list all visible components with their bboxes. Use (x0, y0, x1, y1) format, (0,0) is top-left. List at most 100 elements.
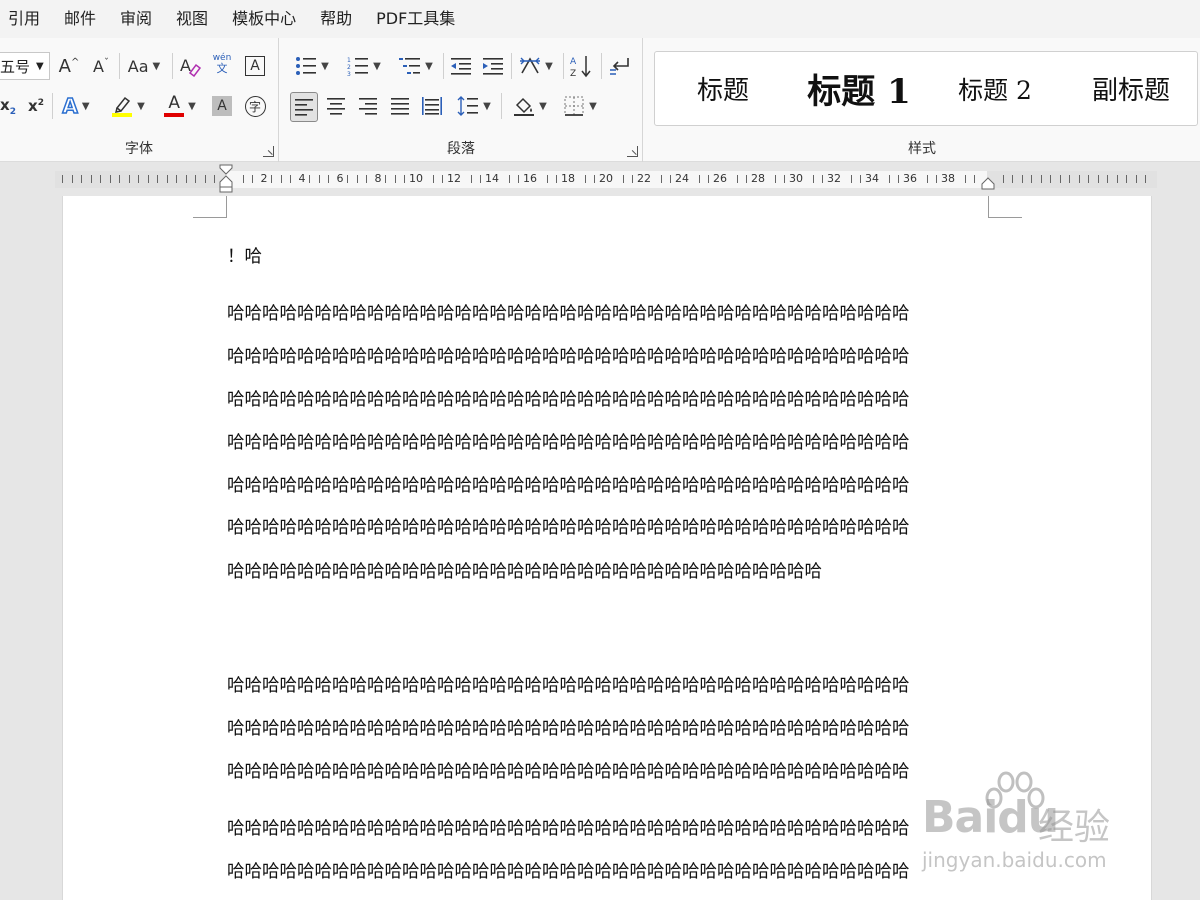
right-indent-marker-icon[interactable] (980, 175, 996, 191)
style-subtitle[interactable]: 副标题 (1063, 52, 1199, 125)
ruler-tick (708, 175, 709, 183)
separator (52, 93, 53, 119)
show-marks-button[interactable] (605, 52, 635, 80)
text-effects-icon: A (62, 93, 79, 119)
paragraph-dialog-launcher-icon[interactable] (627, 146, 638, 157)
ruler-tick (90, 175, 92, 183)
shading-button[interactable]: ▼ (508, 92, 552, 120)
ruler-number: 10 (408, 172, 424, 185)
paragraph-mark-icon (610, 58, 629, 75)
chevron-down-icon: ▼ (36, 60, 44, 72)
ruler-tick (62, 175, 63, 183)
ruler-number: 22 (636, 172, 652, 185)
ruler-tick (746, 175, 747, 183)
ruler-number: 4 (297, 172, 307, 185)
ruler-tick (271, 175, 272, 183)
document-line: ！哈 (227, 247, 262, 267)
chevron-down-icon: ▼ (539, 100, 547, 112)
styles-group-label: 样式 (908, 141, 936, 157)
ruler-tick (736, 175, 738, 183)
bullets-button[interactable]: ▼ (290, 52, 334, 80)
character-border-button[interactable]: A (242, 52, 268, 80)
ruler-number: 26 (712, 172, 728, 185)
paint-bucket-icon (514, 97, 535, 116)
numbering-icon: 1 2 3 (347, 57, 369, 76)
ruler-number: 2 (259, 172, 269, 185)
grow-font-button[interactable]: A^ (56, 52, 82, 80)
subscript-button[interactable]: x2 (0, 92, 18, 120)
text-effects-button[interactable]: A ▼ (56, 92, 96, 120)
ruler-number: 34 (864, 172, 880, 185)
menu-view[interactable]: 视图 (164, 0, 220, 38)
document-line: 哈哈哈哈哈哈哈哈哈哈哈哈哈哈哈哈哈哈哈哈哈哈哈哈哈哈哈哈哈哈哈哈哈哈哈哈哈哈哈 (227, 719, 910, 739)
numbering-button[interactable]: 1 2 3 ▼ (342, 52, 386, 80)
distribute-icon (422, 97, 442, 115)
menu-mailings[interactable]: 邮件 (52, 0, 108, 38)
shrink-font-button[interactable]: Aˇ (88, 52, 114, 80)
style-heading-1[interactable]: 标题 1 (791, 52, 927, 125)
separator (501, 93, 502, 119)
superscript-icon: x2 (28, 97, 44, 115)
ruler-tick (1107, 175, 1108, 183)
ruler-tick (1012, 175, 1013, 183)
font-dialog-launcher-icon[interactable] (263, 146, 274, 157)
align-left-button[interactable] (290, 92, 318, 122)
superscript-button[interactable]: x2 (24, 92, 48, 120)
ruler-tick (594, 175, 595, 183)
ruler-number: 16 (522, 172, 538, 185)
justify-button[interactable] (386, 92, 414, 120)
menu-references[interactable]: 引用 (0, 0, 52, 38)
phonetic-guide-button[interactable]: wén 文 (208, 50, 236, 78)
ruler-tick (71, 175, 73, 183)
ruler-tick (176, 175, 177, 183)
ruler-tick (366, 175, 367, 183)
sort-button[interactable]: A Z (566, 52, 596, 80)
ruler-number: 24 (674, 172, 690, 185)
align-center-button[interactable] (322, 92, 350, 120)
subscript-icon: x2 (0, 95, 16, 117)
enclose-character-button[interactable]: 字 (242, 92, 268, 120)
svg-text:2: 2 (347, 64, 351, 71)
chinese-layout-button[interactable]: ▼ (514, 52, 558, 80)
ruler-tick (470, 175, 472, 183)
chevron-down-icon: ▼ (373, 60, 381, 72)
first-line-indent-marker-icon[interactable] (218, 163, 234, 193)
align-right-button[interactable] (354, 92, 382, 120)
ruler-number: 12 (446, 172, 462, 185)
decrease-indent-button[interactable] (447, 52, 475, 80)
ruler-tick (518, 175, 519, 183)
multilevel-list-button[interactable]: ▼ (394, 52, 438, 80)
line-spacing-button[interactable]: ▼ (452, 92, 496, 120)
style-title[interactable]: 标题 (655, 52, 791, 125)
separator (119, 53, 120, 79)
change-case-button[interactable]: Aa ▼ (123, 52, 165, 80)
menu-help[interactable]: 帮助 (308, 0, 364, 38)
font-color-button[interactable]: A ▼ (158, 92, 202, 120)
menu-pdf-tools[interactable]: PDF工具集 (364, 0, 467, 38)
character-shading-button[interactable]: A (210, 92, 234, 120)
highlight-button[interactable]: ▼ (106, 92, 150, 120)
ruler-number: 28 (750, 172, 766, 185)
ruler-tick (1050, 175, 1051, 183)
highlighter-icon (112, 96, 133, 117)
chevron-down-icon: ▼ (545, 60, 553, 72)
ruler-number: 8 (373, 172, 383, 185)
font-size-select[interactable]: 五号 ▼ (0, 52, 50, 80)
chevron-down-icon: ▼ (137, 100, 145, 112)
ruler-number: 30 (788, 172, 804, 185)
menu-template-center[interactable]: 模板中心 (220, 0, 308, 38)
horizontal-ruler[interactable]: 2 4 6 8 10 12 14 16 18 20 22 24 26 28 30 32 34 36 38 (0, 163, 1200, 193)
document-line: 哈哈哈哈哈哈哈哈哈哈哈哈哈哈哈哈哈哈哈哈哈哈哈哈哈哈哈哈哈哈哈哈哈哈哈哈哈哈哈 (227, 304, 910, 324)
clear-format-button[interactable]: A (176, 52, 204, 80)
paragraph-group-label: 段落 (447, 141, 475, 157)
borders-button[interactable]: ▼ (558, 92, 602, 120)
increase-indent-button[interactable] (479, 52, 507, 80)
style-heading-2[interactable]: 标题 2 (927, 52, 1063, 125)
menu-review[interactable]: 审阅 (108, 0, 164, 38)
ruler-tick (822, 175, 823, 183)
ruler-tick (698, 175, 700, 183)
ribbon: 五号 ▼ A^ Aˇ Aa ▼ A wén 文 A x2 x2 A ▼ ▼ A … (0, 38, 1200, 162)
distribute-button[interactable] (418, 92, 446, 120)
ruler-tick (774, 175, 776, 183)
chevron-down-icon: ▼ (483, 100, 491, 112)
